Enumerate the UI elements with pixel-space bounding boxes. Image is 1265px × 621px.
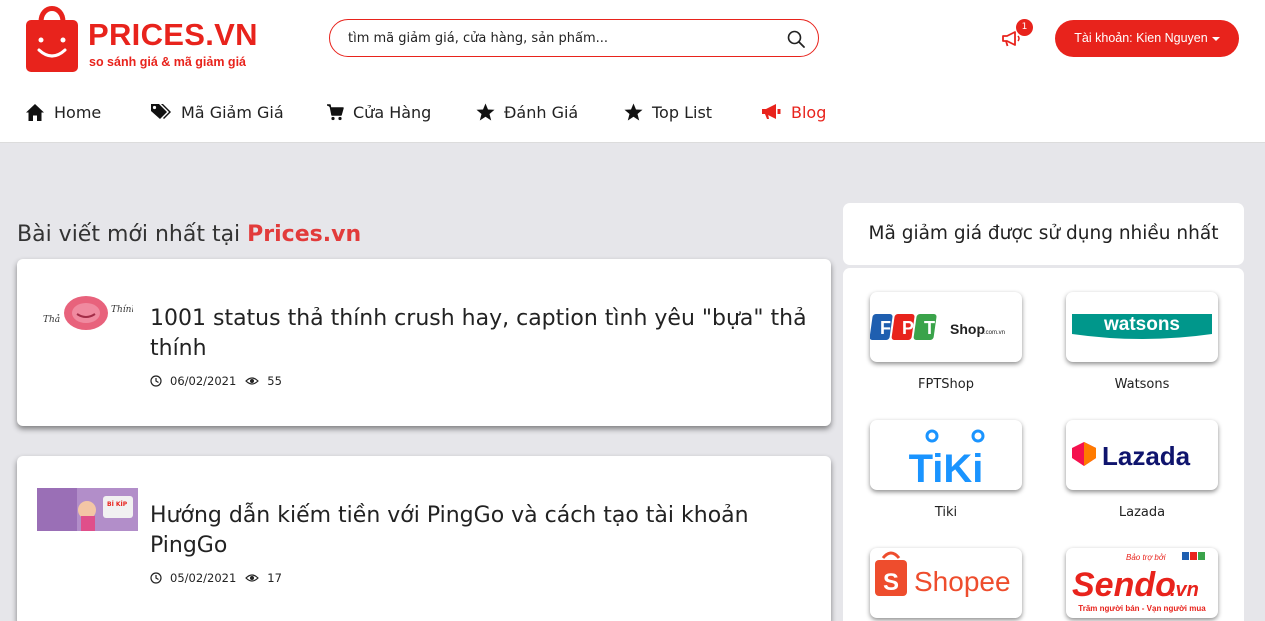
svg-text:T: T <box>924 318 935 338</box>
store-logo-sendo[interactable]: Bảo trợ bởi Sendo .vn Trăm người bán - V… <box>1066 548 1218 618</box>
watsons-logo-icon: watsons <box>1072 314 1212 339</box>
eye-icon <box>245 377 260 385</box>
site-header: PRICES.VN so sánh giá & mã giảm giá 1 Tà… <box>0 0 1265 143</box>
account-dropdown-button[interactable]: Tài khoản: Kien Nguyen <box>1055 20 1239 57</box>
logo-text: Sendo <box>1072 566 1176 604</box>
megaphone-icon <box>762 104 781 119</box>
store-tile-sendo[interactable]: Bảo trợ bởi Sendo .vn Trăm người bán - V… <box>1066 548 1218 618</box>
caret-down-icon <box>1211 36 1220 41</box>
store-name[interactable]: Lazada <box>1066 505 1218 520</box>
nav-item-label: Mã Giảm Giá <box>181 102 284 122</box>
nav-item-label: Top List <box>652 102 713 122</box>
logo-text: Lazada <box>1102 441 1191 471</box>
store-tile-watsons[interactable]: watsons Watsons <box>1066 292 1218 392</box>
fptshop-logo-icon: F P T Shop .com.vn <box>870 314 1005 340</box>
tiki-logo-icon: TiKi <box>909 429 985 490</box>
store-name[interactable]: Watsons <box>1066 377 1218 392</box>
nav-item-blog[interactable]: Blog <box>760 96 826 128</box>
home-icon <box>26 103 44 121</box>
star-icon <box>624 103 643 121</box>
clock-icon <box>150 572 162 584</box>
article-views: 55 <box>267 374 282 388</box>
search-icon[interactable] <box>786 29 806 49</box>
nav-item-top-list[interactable]: Top List <box>624 96 712 128</box>
eye-icon <box>245 574 260 582</box>
nav-item-home[interactable]: Home <box>25 96 101 128</box>
notification-badge: 1 <box>1016 19 1033 36</box>
svg-text:S: S <box>883 569 899 596</box>
article-thumbnail[interactable]: Thả Thính <box>39 292 133 340</box>
thumbnail-caption-right: Thính <box>111 304 133 315</box>
store-logo-tiki[interactable]: TiKi <box>870 420 1022 490</box>
article-date: 06/02/2021 <box>170 374 237 388</box>
svg-text:P: P <box>902 318 914 338</box>
shopping-bag-logo-icon <box>26 6 78 72</box>
logo-text: TiKi <box>909 447 984 490</box>
store-logo-fptshop[interactable]: F P T Shop .com.vn <box>870 292 1022 362</box>
article-card[interactable]: Thả Thính 1001 status thả thính crush ha… <box>17 259 831 426</box>
section-title: Bài viết mới nhất tại Prices.vn <box>17 222 361 247</box>
article-date: 05/02/2021 <box>170 571 237 585</box>
nav-item-label: Cửa Hàng <box>353 102 432 122</box>
site-logo[interactable]: PRICES.VN so sánh giá & mã giảm giá <box>22 0 262 78</box>
store-logo-shopee[interactable]: S Shopee <box>870 548 1022 618</box>
section-title-prefix: Bài viết mới nhất tại <box>17 222 241 247</box>
thumbnail-caption: BÍ KÍP <box>107 500 128 508</box>
nav-item-label: Home <box>54 102 102 122</box>
store-logo-lazada[interactable]: Lazada <box>1066 420 1218 490</box>
tags-icon <box>151 103 171 119</box>
shopee-logo-icon: S Shopee <box>875 551 1011 597</box>
nav-item-label: Đánh Giá <box>504 102 579 122</box>
store-name[interactable]: Tiki <box>870 505 1022 520</box>
logo-title: PRICES.VN <box>88 17 258 52</box>
article-meta: 06/02/2021 55 <box>150 374 282 388</box>
main-nav: Home Mã Giảm Giá Cửa Hàng Đánh Giá Top L… <box>0 96 900 128</box>
star-icon <box>476 103 495 121</box>
logo-tagline: Trăm người bán - Vạn người mua <box>1078 604 1206 613</box>
section-title-brand[interactable]: Prices.vn <box>247 222 361 247</box>
svg-text:.com.vn: .com.vn <box>984 330 1005 336</box>
svg-text:F: F <box>880 318 891 338</box>
popular-stores-panel: F P T Shop .com.vn FPTShop watsons Watso… <box>843 268 1244 621</box>
search-bar <box>329 19 819 57</box>
nav-item-coupons[interactable]: Mã Giảm Giá <box>150 96 284 128</box>
lazada-logo-icon: Lazada <box>1072 441 1191 471</box>
store-logo-watsons[interactable]: watsons <box>1066 292 1218 362</box>
nav-item-label: Blog <box>791 102 827 122</box>
logo-text-suffix: .vn <box>1170 579 1199 601</box>
sidebar-title: Mã giảm giá được sử dụng nhiều nhất <box>843 203 1244 265</box>
logo-sponsor: Bảo trợ bởi <box>1126 553 1166 562</box>
store-tile-tiki[interactable]: TiKi Tiki <box>870 420 1022 520</box>
article-meta: 05/02/2021 17 <box>150 571 282 585</box>
clock-icon <box>150 375 162 387</box>
sendo-logo-icon: Bảo trợ bởi Sendo .vn Trăm người bán - V… <box>1072 552 1206 613</box>
logo-text: watsons <box>1103 314 1180 335</box>
logo-subtitle: so sánh giá & mã giảm giá <box>89 55 246 69</box>
thumbnail-caption-left: Thả <box>43 314 60 325</box>
article-title[interactable]: 1001 status thả thính crush hay, caption… <box>150 304 820 364</box>
nav-item-reviews[interactable]: Đánh Giá <box>476 96 578 128</box>
nav-item-stores[interactable]: Cửa Hàng <box>326 96 431 128</box>
account-label: Tài khoản: Kien Nguyen <box>1074 31 1208 45</box>
store-tile-fptshop[interactable]: F P T Shop .com.vn FPTShop <box>870 292 1022 392</box>
article-card[interactable]: BÍ KÍP Hướng dẫn kiếm tiền với PingGo và… <box>17 456 831 621</box>
search-input[interactable] <box>348 28 778 48</box>
logo-text: Shop <box>950 321 985 337</box>
store-tile-lazada[interactable]: Lazada Lazada <box>1066 420 1218 520</box>
store-name[interactable]: FPTShop <box>870 377 1022 392</box>
article-thumbnail[interactable]: BÍ KÍP <box>37 488 138 531</box>
store-tile-shopee[interactable]: S Shopee <box>870 548 1022 618</box>
article-title[interactable]: Hướng dẫn kiếm tiền với PingGo và cách t… <box>150 501 820 561</box>
article-views: 17 <box>267 571 282 585</box>
cart-icon <box>327 104 344 121</box>
logo-text: Shopee <box>914 566 1011 597</box>
